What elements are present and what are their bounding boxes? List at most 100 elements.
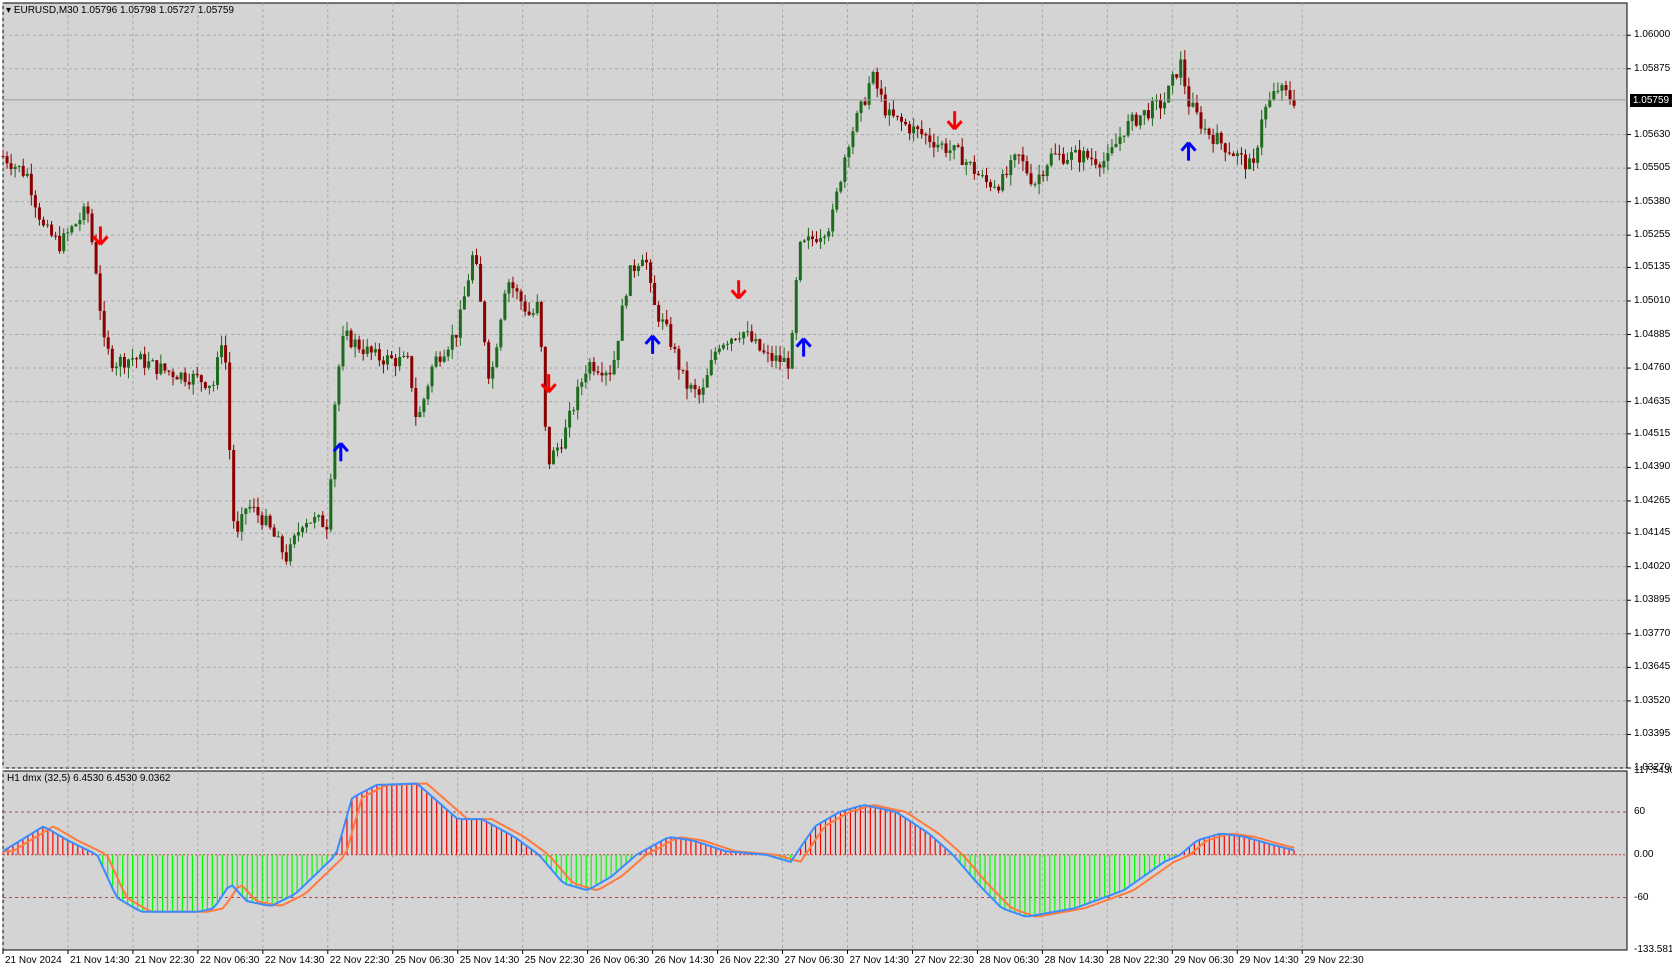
candle-body bbox=[1025, 161, 1029, 174]
candle-body bbox=[632, 265, 636, 272]
indicator-level-label: 117.5436 bbox=[1634, 765, 1672, 776]
candle-body bbox=[216, 357, 220, 385]
candle-body bbox=[118, 356, 122, 367]
candle-body bbox=[1037, 174, 1041, 184]
candle-body bbox=[29, 173, 33, 196]
candle-body bbox=[163, 363, 167, 371]
candle-body bbox=[1106, 153, 1110, 161]
candle-body bbox=[697, 389, 701, 395]
candle-body bbox=[661, 319, 665, 322]
candle-body bbox=[106, 337, 110, 349]
candle-body bbox=[1074, 149, 1078, 153]
candle-body bbox=[685, 370, 689, 389]
candle-body bbox=[989, 182, 993, 188]
candle-body bbox=[70, 226, 74, 233]
candle-body bbox=[422, 399, 426, 413]
candle-body bbox=[13, 166, 17, 170]
time-tick-label: 22 Nov 06:30 bbox=[199, 955, 260, 966]
candle-body bbox=[1005, 173, 1009, 176]
candle-body bbox=[50, 224, 54, 236]
price-tick-label: 1.05380 bbox=[1634, 195, 1671, 207]
candle-body bbox=[750, 331, 754, 342]
candle-body bbox=[560, 447, 564, 449]
candle-body bbox=[102, 310, 106, 338]
candle-body bbox=[1252, 158, 1256, 163]
candle-body bbox=[1118, 136, 1122, 145]
candle-body bbox=[657, 304, 661, 322]
chart-header: ▾ EURUSD,M30 1.05796 1.05798 1.05727 1.0… bbox=[6, 5, 234, 16]
candle-body bbox=[839, 181, 843, 192]
time-tick-label: 27 Nov 14:30 bbox=[849, 955, 909, 966]
candle-body bbox=[1013, 154, 1017, 161]
candle-body bbox=[887, 109, 891, 116]
candle-body bbox=[483, 301, 487, 343]
candle-body bbox=[446, 349, 450, 357]
candle-body bbox=[317, 515, 321, 517]
time-tick-label: 27 Nov 22:30 bbox=[914, 955, 974, 966]
candle-body bbox=[377, 349, 381, 361]
candle-body bbox=[466, 280, 470, 297]
candle-body bbox=[365, 346, 369, 355]
candle-body bbox=[155, 360, 159, 374]
candle-body bbox=[147, 361, 151, 368]
candle-body bbox=[288, 544, 292, 562]
candle-body bbox=[1, 156, 5, 157]
candle-body bbox=[438, 356, 442, 362]
candle-body bbox=[584, 373, 588, 383]
candle-body bbox=[576, 386, 580, 411]
candle-body bbox=[1086, 150, 1090, 158]
candle-body bbox=[1183, 59, 1187, 87]
candle-body bbox=[721, 344, 725, 349]
candle-body bbox=[612, 360, 616, 375]
candle-body bbox=[406, 355, 410, 357]
candle-body bbox=[21, 165, 25, 176]
candle-body bbox=[280, 536, 284, 553]
terminal-window: ▾ EURUSD,M30 1.05796 1.05798 1.05727 1.0… bbox=[0, 0, 1672, 971]
candle-body bbox=[669, 324, 673, 347]
candle-body bbox=[325, 527, 329, 530]
candle-body bbox=[693, 384, 697, 390]
time-tick-label: 21 Nov 2024 bbox=[5, 955, 62, 966]
candle-body bbox=[37, 207, 41, 220]
candle-body bbox=[373, 349, 377, 353]
price-tick-label: 1.04515 bbox=[1634, 427, 1671, 439]
candle-body bbox=[475, 255, 479, 264]
candle-body bbox=[815, 239, 819, 242]
candle-body bbox=[855, 113, 859, 132]
candle-body bbox=[782, 357, 786, 363]
price-tick-label: 1.05505 bbox=[1634, 162, 1671, 174]
candle-body bbox=[5, 156, 9, 164]
candle-body bbox=[717, 348, 721, 352]
candle-body bbox=[645, 259, 649, 263]
candle-body bbox=[1065, 159, 1069, 164]
candle-body bbox=[171, 371, 175, 377]
price-tick-label: 1.05135 bbox=[1634, 261, 1671, 273]
candle-body bbox=[268, 515, 272, 528]
price-tick-label: 1.05875 bbox=[1634, 62, 1671, 74]
candle-body bbox=[738, 338, 742, 340]
candle-body bbox=[725, 343, 729, 345]
candle-body bbox=[640, 259, 644, 267]
chart-canvas[interactable] bbox=[0, 0, 1672, 971]
candle-body bbox=[568, 410, 572, 428]
candle-body bbox=[956, 145, 960, 147]
candle-body bbox=[895, 115, 899, 117]
candle-body bbox=[1150, 101, 1154, 119]
candle-body bbox=[778, 355, 782, 363]
triangle-down-icon[interactable]: ▾ bbox=[6, 5, 11, 16]
chart-title: EURUSD,M30 1.05796 1.05798 1.05727 1.057… bbox=[13, 5, 234, 16]
candle-body bbox=[1033, 183, 1037, 185]
candle-body bbox=[624, 295, 628, 306]
candle-body bbox=[1134, 114, 1138, 126]
candle-body bbox=[1146, 110, 1150, 119]
price-tick-label: 1.03770 bbox=[1634, 627, 1671, 639]
candle-body bbox=[126, 359, 130, 368]
candle-body bbox=[952, 145, 956, 151]
candle-body bbox=[1199, 112, 1203, 129]
candle-body bbox=[462, 296, 466, 310]
candle-body bbox=[705, 375, 709, 388]
candle-body bbox=[1082, 150, 1086, 163]
time-tick-label: 29 Nov 22:30 bbox=[1304, 955, 1364, 966]
candle-body bbox=[940, 143, 944, 145]
candle-body bbox=[499, 319, 503, 348]
